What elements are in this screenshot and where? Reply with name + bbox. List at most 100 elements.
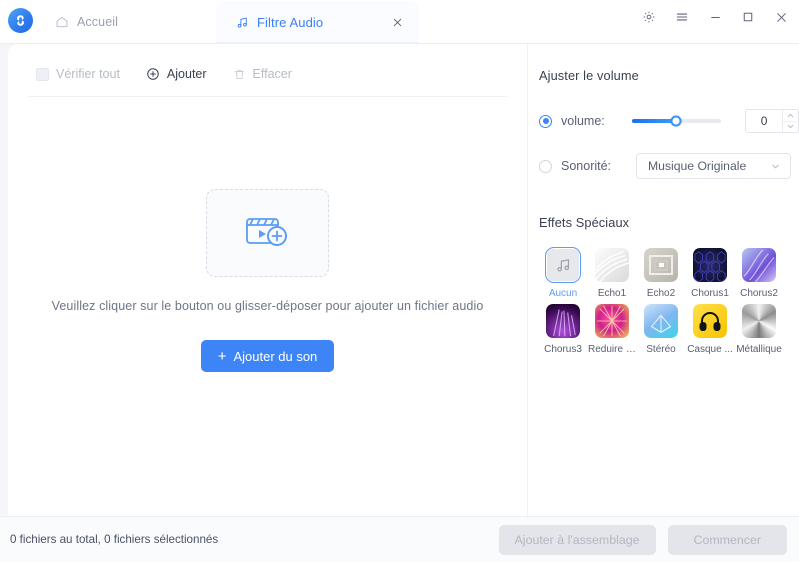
plus-circle-icon <box>146 67 160 81</box>
effects-section-title: Effets Spéciaux <box>539 215 630 230</box>
volume-slider[interactable] <box>631 115 722 127</box>
footer-actions: Ajouter à l'assemblage Commencer <box>498 524 787 555</box>
effect-label: Écho2 <box>646 288 676 299</box>
media-toolbar: Vérifier tout Ajouter Effacer <box>8 58 527 90</box>
tab-close-icon[interactable] <box>389 14 405 30</box>
sonorite-select-value: Musique Originale <box>648 159 747 173</box>
gear-icon[interactable] <box>641 9 657 25</box>
effect-label: Chorus3 <box>544 344 582 355</box>
chevron-down-icon[interactable] <box>782 120 799 133</box>
tab-strip: Accueil Filtre Audio <box>41 0 419 43</box>
music-note-icon <box>236 16 249 29</box>
effect-label: Stéréo <box>646 344 676 355</box>
tab-accueil-label: Accueil <box>77 15 118 29</box>
effect-label: Reduire l... <box>588 344 636 355</box>
effect-thumbnail-stereo <box>643 303 679 339</box>
effect-thumbnail-chorus2 <box>741 247 777 283</box>
sonorite-radio[interactable] <box>539 159 552 173</box>
volume-value[interactable]: 0 <box>746 110 782 132</box>
add-sound-button[interactable]: + Ajouter du son <box>200 340 335 372</box>
volume-stepper[interactable]: 0 <box>745 109 799 133</box>
effect-thumbnail-none <box>545 247 581 283</box>
check-all-label: Vérifier tout <box>56 67 120 81</box>
effect-label: Chorus1 <box>691 288 729 299</box>
volume-slider-fill <box>631 119 677 123</box>
dropzone-hint: Veuillez cliquer sur le bouton ou glisse… <box>51 299 484 313</box>
effect-cell-metallique[interactable]: Métallique <box>735 303 783 355</box>
status-bar: 0 fichiers au total, 0 fichiers sélectio… <box>0 516 799 562</box>
effect-cell-none[interactable]: Aucun <box>539 247 587 299</box>
effect-thumbnail-art <box>595 248 629 282</box>
tab-filtre-audio[interactable]: Filtre Audio <box>216 1 419 43</box>
volume-stepper-arrows <box>781 110 799 133</box>
tab-filtre-audio-label: Filtre Audio <box>257 14 324 30</box>
effect-label: Casque ... <box>687 344 733 355</box>
sonorite-row: Sonorité: Musique Originale <box>528 153 799 179</box>
file-count-status: 0 fichiers au total, 0 fichiers sélectio… <box>10 533 219 546</box>
effect-thumbnail-metallique <box>741 303 777 339</box>
add-button[interactable]: Ajouter <box>146 67 207 81</box>
clapperboard-add-icon <box>242 207 294 260</box>
effect-thumbnail-art <box>644 304 678 338</box>
effect-thumbnail-art <box>644 248 678 282</box>
effect-thumbnail-casque <box>692 303 728 339</box>
effect-thumbnail-reduire <box>594 303 630 339</box>
chevron-up-icon[interactable] <box>783 110 798 121</box>
app-window: Accueil Filtre Audio Vérifier tout Ajout… <box>0 0 799 562</box>
effect-cell-echo2[interactable]: Écho2 <box>637 247 685 299</box>
check-all-checkbox[interactable] <box>36 67 49 81</box>
volume-radio[interactable] <box>539 114 552 128</box>
effect-label: Aucun <box>548 288 578 299</box>
volume-slider-handle[interactable] <box>670 115 682 127</box>
effect-thumbnail-art <box>595 304 629 338</box>
effect-cell-chorus2[interactable]: Chorus2 <box>735 247 783 299</box>
effect-cell-echo1[interactable]: Écho1 <box>588 247 636 299</box>
effect-thumbnail-echo1 <box>594 247 630 283</box>
check-all-button[interactable]: Vérifier tout <box>36 67 120 81</box>
volume-row: volume: 0 <box>528 109 799 133</box>
dropzone[interactable]: Veuillez cliquer sur le bouton ou glisse… <box>8 97 527 516</box>
volume-radio-label: volume: <box>561 114 605 128</box>
media-pane: Vérifier tout Ajouter Effacer Veuillez c… <box>8 44 527 516</box>
effects-grid: Aucun Écho1 Écho2 Chorus1 Chorus2 Chorus3 Redu… <box>528 247 799 355</box>
add-sound-plus-icon: + <box>217 347 227 365</box>
clear-button[interactable]: Effacer <box>233 67 292 81</box>
effect-cell-chorus1[interactable]: Chorus1 <box>686 247 734 299</box>
close-icon[interactable] <box>773 9 789 25</box>
effect-label: Chorus2 <box>740 288 778 299</box>
sonorite-select[interactable]: Musique Originale <box>636 153 791 179</box>
hamburger-icon[interactable] <box>674 9 690 25</box>
clear-label: Effacer <box>252 67 292 81</box>
main-body: Vérifier tout Ajouter Effacer Veuillez c… <box>0 44 799 516</box>
effect-thumbnail-art <box>742 248 776 282</box>
window-controls <box>641 9 789 25</box>
sonorite-radio-label: Sonorité: <box>561 159 612 173</box>
app-logo[interactable] <box>8 8 33 33</box>
maximize-icon[interactable] <box>740 9 756 25</box>
settings-panel: Ajuster le volume volume: 0 Sonorité: Mu… <box>527 44 799 516</box>
trash-icon <box>233 68 246 81</box>
effect-cell-chorus3[interactable]: Chorus3 <box>539 303 587 355</box>
effect-thumbnail-art <box>693 304 727 338</box>
app-logo-swirl-icon <box>16 15 25 26</box>
effect-cell-casque[interactable]: Casque ... <box>686 303 734 355</box>
add-to-assembly-button[interactable]: Ajouter à l'assemblage <box>498 524 656 555</box>
title-bar: Accueil Filtre Audio <box>0 0 799 44</box>
effect-thumbnail-art <box>742 304 776 338</box>
add-label: Ajouter <box>166 67 207 81</box>
effect-label: Métallique <box>736 344 782 355</box>
effect-cell-reduire[interactable]: Reduire l... <box>588 303 636 355</box>
minimize-icon[interactable] <box>707 9 723 25</box>
effect-cell-stereo[interactable]: Stéréo <box>637 303 685 355</box>
effect-thumbnail-art <box>547 249 579 281</box>
dropzone-box[interactable] <box>206 189 329 277</box>
home-icon <box>55 15 69 29</box>
effect-thumbnail-chorus3 <box>545 303 581 339</box>
effect-thumbnail-art <box>546 304 580 338</box>
effect-thumbnail-echo2 <box>643 247 679 283</box>
start-button[interactable]: Commencer <box>667 524 787 555</box>
add-sound-label: Ajouter du son <box>233 348 318 364</box>
effect-thumbnail-chorus1 <box>692 247 728 283</box>
volume-section-title: Ajuster le volume <box>539 68 639 83</box>
tab-accueil[interactable]: Accueil <box>41 1 216 43</box>
